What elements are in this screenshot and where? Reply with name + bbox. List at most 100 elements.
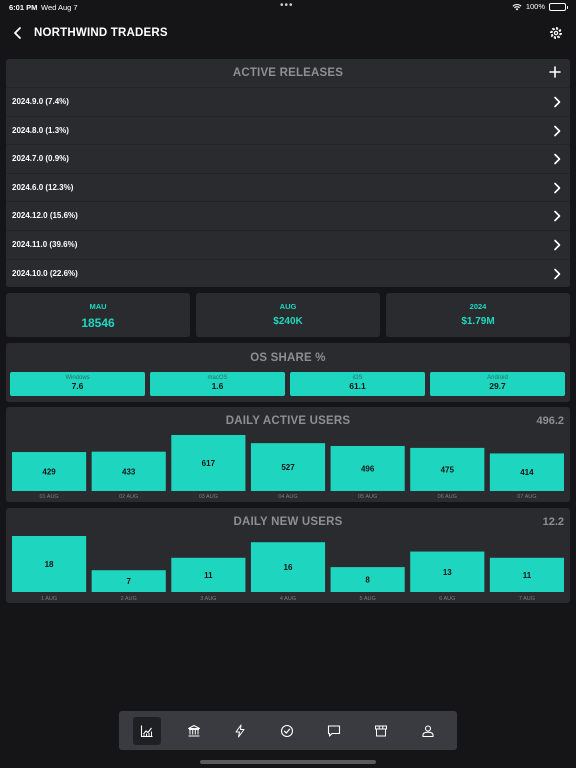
- os-share-card: OS SHARE % Windows 7.6 macOS 1.6 iOS 61.…: [6, 343, 570, 402]
- daily-active-users-title: DAILY ACTIVE USERS: [225, 415, 351, 427]
- chevron-right-icon: [554, 153, 561, 165]
- active-releases-title: ACTIVE RELEASES: [232, 67, 344, 79]
- os-tile-macos: macOS 1.6: [150, 372, 285, 396]
- bar-value-label: 11: [523, 571, 532, 580]
- bar-value-label: 11: [204, 571, 213, 580]
- chevron-right-icon: [554, 182, 561, 194]
- bar-value-label: 414: [520, 468, 534, 477]
- tab-analytics[interactable]: [133, 717, 161, 745]
- daily-new-users-card: 18 1 AUG 7 2 AUG 11 3 AUG 16 4 AUG 8 5 AUG 13 6 AUG…: [6, 508, 570, 603]
- x-tick-label: 06 AUG: [438, 494, 457, 500]
- chevron-right-icon: [554, 96, 561, 108]
- release-label: 2024.7.0 (0.9%): [12, 154, 69, 164]
- os-share-title: OS SHARE %: [250, 352, 326, 364]
- bar-value-label: 18: [45, 560, 54, 569]
- daily-active-users-card: 429 01 AUG 433 02 AUG 617 03 AUG 527 04 AUG 496 0…: [6, 407, 570, 502]
- tab-bar: [119, 711, 457, 750]
- x-tick-label: 02 AUG: [119, 494, 138, 500]
- tab-tasks[interactable]: [273, 717, 301, 745]
- x-tick-label: 03 AUG: [199, 494, 218, 500]
- stat-card-mau: MAU 18546: [6, 293, 190, 337]
- bar-value-label: 475: [441, 465, 455, 474]
- bar-value-label: 13: [443, 568, 452, 577]
- x-tick-label: 6 AUG: [439, 596, 455, 602]
- stat-key: MAU: [89, 302, 107, 311]
- stat-key: 2024: [469, 302, 487, 311]
- os-value: 7.6: [71, 381, 84, 391]
- os-tile-ios: iOS 61.1: [290, 372, 425, 396]
- release-row[interactable]: 2024.9.0 (7.4%): [6, 87, 570, 116]
- bar-value-label: 16: [284, 563, 293, 572]
- active-releases-card: ACTIVE RELEASES 2024.9.0 (7.4%) 2024.8.0 …: [6, 59, 570, 287]
- status-bar: 6:01 PM Wed Aug 7 ••• 100%: [0, 0, 576, 14]
- release-list: 2024.9.0 (7.4%) 2024.8.0 (1.3%) 2024.7.0 (…: [6, 87, 570, 287]
- os-value: 29.7: [489, 381, 506, 391]
- release-row[interactable]: 2024.11.0 (39.6%): [6, 229, 570, 259]
- x-tick-label: 3 AUG: [200, 596, 216, 602]
- chevron-right-icon: [554, 125, 561, 136]
- release-row[interactable]: 2024.8.0 (1.3%): [6, 115, 570, 145]
- release-label: 2024.12.0 (15.6%): [12, 211, 78, 221]
- x-tick-label: 05 AUG: [358, 494, 377, 500]
- release-label: 2024.8.0 (1.3%): [12, 125, 69, 135]
- tab-lightning[interactable]: [226, 717, 254, 745]
- x-tick-label: 07 AUG: [517, 494, 536, 500]
- stat-value: 18546: [81, 316, 115, 330]
- add-release-icon[interactable]: [548, 65, 562, 79]
- status-date: Wed Aug 7: [41, 3, 78, 12]
- release-row[interactable]: 2024.12.0 (15.6%): [6, 201, 570, 230]
- daily-new-users-title: DAILY NEW USERS: [233, 516, 343, 528]
- release-row[interactable]: 2024.6.0 (12.3%): [6, 172, 570, 202]
- multitasking-dots[interactable]: •••: [280, 0, 294, 11]
- lightning-icon: [235, 724, 245, 738]
- tab-bank[interactable]: [180, 717, 208, 745]
- status-right: 100%: [512, 2, 568, 11]
- x-tick-label: 1 AUG: [41, 596, 57, 602]
- os-value: 61.1: [349, 381, 366, 391]
- analytics-icon: [140, 725, 153, 738]
- stat-card-aug: AUG $240K: [196, 293, 380, 337]
- bar-value-label: 433: [122, 467, 136, 476]
- check-circle-icon: [280, 724, 294, 738]
- home-indicator[interactable]: [200, 760, 376, 764]
- back-chevron-icon[interactable]: [10, 25, 26, 41]
- release-label: 2024.11.0 (39.6%): [12, 239, 78, 249]
- bar-value-label: 527: [281, 463, 295, 472]
- os-tile-windows: Windows 7.6: [10, 372, 145, 396]
- daily-active-users-average: 496.2: [536, 415, 564, 427]
- release-row[interactable]: 2024.10.0 (22.6%): [6, 258, 570, 288]
- tab-store[interactable]: [367, 717, 395, 745]
- tab-messages[interactable]: [320, 717, 348, 745]
- chevron-right-icon: [554, 211, 561, 222]
- stat-card-2024: 2024 $1.79M: [386, 293, 570, 337]
- stat-value: $1.79M: [461, 316, 495, 327]
- nav-bar: NORTHWIND TRADERS: [0, 18, 576, 50]
- release-label: 2024.9.0 (7.4%): [12, 97, 69, 106]
- bar-value-label: 496: [361, 464, 375, 473]
- active-releases-header: ACTIVE RELEASES: [6, 59, 570, 87]
- x-tick-label: 7 AUG: [519, 596, 535, 602]
- bar-value-label: 617: [202, 459, 216, 468]
- x-tick-label: 5 AUG: [360, 596, 376, 602]
- bar-value-label: 8: [365, 576, 370, 585]
- stat-value: $240K: [273, 316, 303, 327]
- wifi-icon: [512, 3, 522, 10]
- x-tick-label: 04 AUG: [278, 494, 297, 500]
- daily-new-users-average: 12.2: [542, 516, 564, 528]
- stat-key: AUG: [279, 302, 297, 311]
- x-tick-label: 4 AUG: [280, 596, 296, 602]
- gear-icon[interactable]: [548, 25, 564, 41]
- chat-icon: [327, 725, 341, 737]
- os-tile-android: Android 29.7: [430, 372, 565, 396]
- store-icon: [375, 725, 387, 737]
- user-icon: [422, 725, 434, 738]
- release-row[interactable]: 2024.7.0 (0.9%): [6, 144, 570, 173]
- battery-percent: 100%: [525, 2, 545, 11]
- tab-profile[interactable]: [414, 717, 442, 745]
- x-tick-label: 01 AUG: [39, 494, 58, 500]
- bar-value-label: 7: [126, 577, 131, 586]
- status-time: 6:01 PM: [9, 3, 38, 12]
- chevron-right-icon: [554, 239, 561, 251]
- bar-value-label: 429: [42, 468, 56, 477]
- bank-icon: [188, 725, 200, 737]
